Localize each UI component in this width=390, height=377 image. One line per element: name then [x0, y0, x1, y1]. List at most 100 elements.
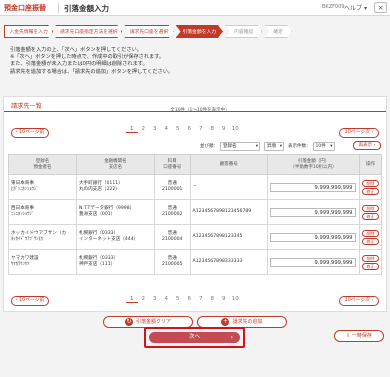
next-button[interactable]: 次へ ›	[149, 332, 240, 343]
delete-button[interactable]: 削除	[361, 229, 379, 237]
help-label: ヘルプ	[344, 5, 363, 12]
instruction-line: また、引落金額が未入力または0円の明細は削除されます。	[10, 61, 148, 68]
page-link[interactable]: 4	[161, 296, 173, 303]
cell-account: 普通 2100005	[153, 249, 191, 275]
page-link[interactable]: 5	[172, 296, 184, 303]
refresh-icon: ↻	[124, 317, 133, 326]
per-page-label: 表示件数：	[288, 144, 311, 149]
chevron-down-icon: ▾	[363, 5, 367, 12]
close-button[interactable]: ×	[374, 2, 387, 13]
cell-bank: 大手町銀行（0111） 丸の内支店（222）	[75, 174, 155, 200]
chevron-right-icon: ›	[230, 334, 233, 341]
page-link[interactable]: 3	[149, 296, 161, 303]
chevron-right-icon: ›	[369, 130, 374, 135]
page-link[interactable]: 4	[161, 126, 173, 133]
col-header-name: 登録名 預金者名	[8, 154, 77, 175]
per-page-select[interactable]: 10件 ▾	[312, 141, 335, 151]
page-link[interactable]: 1	[126, 296, 138, 303]
page-link[interactable]: 2	[138, 126, 150, 133]
prev-10-pages-button[interactable]: ‹ 10ページ前	[11, 296, 49, 306]
next10-label: 10ページ次	[344, 130, 370, 135]
cell-op: 削除 修正	[358, 174, 383, 200]
cell-amount: 9,999,999,999	[267, 174, 360, 200]
page-link[interactable]: 6	[184, 296, 196, 303]
cell-customer: A1234567898123456789	[189, 199, 269, 225]
edit-button[interactable]: 修正	[361, 187, 379, 195]
help-link[interactable]: ヘルプ ▾	[344, 3, 367, 12]
sort-controls: 並び順： 登録名 ▾ 昇順 ▾ 表示件数： 10件 ▾	[200, 141, 337, 151]
amount-input[interactable]: 9,999,999,999	[270, 257, 357, 267]
header-text: 操作	[365, 161, 375, 167]
cell-amount: 9,999,999,999	[267, 224, 360, 250]
col-header-amount: 引落金額（円） （半角数字10桁以内）	[267, 154, 360, 175]
step-1: 入金先情報を入力	[4, 25, 53, 38]
page-link[interactable]: 8	[207, 296, 219, 303]
cell-name: 西日本商事 ﾆｼﾆﾎﾝｼｮｳｼﾞ	[8, 199, 77, 225]
instruction-line: 請求先を追加する場合は、「請求先の追加」ボタンを押してください。	[10, 68, 174, 75]
cell-bank: 札幌銀行（0333） インターネット支店（444）	[75, 224, 155, 250]
page-link[interactable]: 3	[149, 126, 161, 133]
delete-button[interactable]: 削除	[361, 254, 379, 262]
amount-input[interactable]: 9,999,999,999	[270, 182, 357, 192]
next-10-pages-button[interactable]: 10ページ次 ›	[339, 128, 379, 138]
cell-bank: N.T.Tデータ銀行（9998） 豊洲支店（001）	[75, 199, 155, 225]
col-header-op: 操作	[358, 154, 383, 175]
temp-save-label: 一時保存	[351, 333, 372, 339]
step-progress: 入金先情報を入力 請求先口座指定方法を選択 請求先口座を選択 引落金額を入力 内…	[4, 25, 294, 38]
pagination-bottom: 1 2 3 4 5 6 7 8 9 10	[126, 296, 241, 303]
step-5: 内容確認	[225, 25, 262, 38]
branch-name: 丸の内支店（222）	[78, 187, 120, 192]
page-title: 引落金額入力	[64, 4, 109, 13]
cell-op: 削除 修正	[358, 224, 383, 250]
cell-account: 普通 2100002	[153, 199, 191, 225]
page-link[interactable]: 10	[230, 126, 242, 133]
cell-op: 削除 修正	[358, 199, 383, 225]
cell-bank: 札幌銀行（0333） 神戸支店（111）	[75, 249, 155, 275]
page-link[interactable]: 9	[218, 126, 230, 133]
page-link[interactable]: 8	[207, 126, 219, 133]
chevron-right-icon: ›	[369, 298, 374, 303]
edit-button[interactable]: 修正	[361, 237, 379, 245]
next-button-highlight: 次へ ›	[144, 327, 245, 348]
amount-input[interactable]: 9,999,999,999	[270, 232, 357, 242]
cell-account: 普通 2100004	[153, 224, 191, 250]
cell-name: 東日本商事 ﾋｶﾞｼﾆﾎﾝｼｮｳｼﾞ	[8, 174, 77, 200]
edit-button[interactable]: 修正	[361, 212, 379, 220]
page-link[interactable]: 1	[126, 126, 138, 133]
page-link[interactable]: 2	[138, 296, 150, 303]
redisplay-button[interactable]: 再表示 ›	[353, 141, 381, 150]
per-page-value: 10件	[315, 143, 326, 149]
step-2: 請求先口座指定方法を選択	[55, 25, 122, 38]
delete-button[interactable]: 削除	[361, 179, 379, 187]
amount-input[interactable]: 9,999,999,999	[270, 207, 357, 217]
chevron-right-icon: ›	[373, 143, 376, 148]
edit-button[interactable]: 修正	[361, 262, 379, 270]
col-header-bank: 金融機関名 支店名	[75, 154, 155, 175]
depositor-name: ﾆｼﾆﾎﾝｼｮｳｼﾞ	[11, 212, 34, 217]
branch-name: 豊洲支店（001）	[78, 212, 116, 217]
page-link[interactable]: 7	[195, 296, 207, 303]
record-count: 全10件（1～10件を表示中）	[170, 108, 230, 113]
account-number: 2100004	[162, 237, 183, 242]
cell-account: 普通 2100001	[153, 174, 191, 200]
header-text: 支店名	[108, 164, 123, 170]
page-link[interactable]: 5	[172, 126, 184, 133]
sort-field-value: 登録名	[223, 143, 237, 149]
page-link[interactable]: 7	[195, 126, 207, 133]
page-link[interactable]: 9	[218, 296, 230, 303]
temp-save-button[interactable]: ⇪ 一時保存	[334, 330, 384, 342]
page-link[interactable]: 6	[184, 126, 196, 133]
table-row: 西日本商事 ﾆｼﾆﾎﾝｼｮｳｼﾞ N.T.Tデータ銀行（9998） 豊洲支店（001…	[8, 199, 383, 225]
prev-10-pages-button[interactable]: ‹ 10ページ前	[11, 128, 49, 138]
delete-button[interactable]: 削除	[361, 204, 379, 212]
prev10-label: 10ページ前	[19, 130, 45, 135]
account-number: 2100002	[162, 212, 183, 217]
sort-field-select[interactable]: 登録名 ▾	[220, 141, 260, 151]
header-text: 口座番号	[163, 164, 182, 170]
next-10-pages-button[interactable]: 10ページ次 ›	[339, 296, 379, 306]
billing-table: 登録名 預金者名 金融機関名 支店名 科目 口座番号 顧客番号 引落金額（円） （半角数…	[8, 154, 383, 275]
sort-order-select[interactable]: 昇順 ▾	[264, 141, 284, 151]
next10-label: 10ページ次	[344, 298, 370, 303]
page-link[interactable]: 10	[230, 296, 242, 303]
chevron-down-icon: ▾	[330, 143, 333, 149]
